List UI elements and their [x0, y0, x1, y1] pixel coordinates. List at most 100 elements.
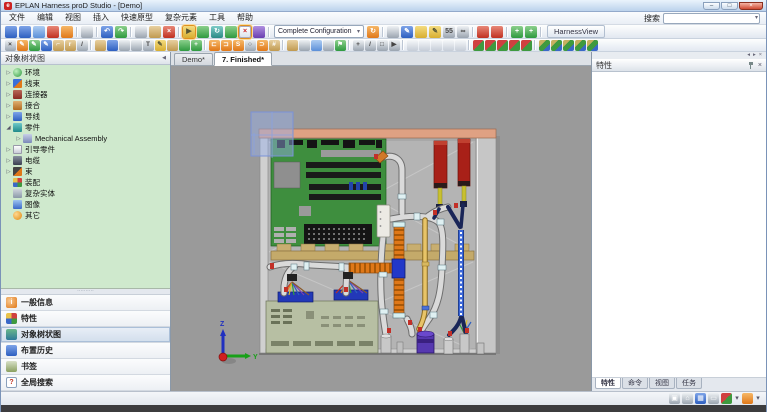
corner-icon[interactable]: ⌐ [53, 40, 64, 51]
menu-insert[interactable]: 插入 [87, 12, 115, 24]
add-rect-icon[interactable]: □ [377, 40, 388, 51]
redo-icon[interactable]: ↷ [115, 26, 127, 38]
refresh-icon[interactable]: ↻ [367, 26, 379, 38]
tab-finished[interactable]: 7. Finished* [214, 52, 272, 66]
trim-icon[interactable]: × [5, 40, 16, 51]
add-node-icon[interactable]: + [353, 40, 364, 51]
fillet-icon[interactable]: r [65, 40, 76, 51]
minimize-button[interactable]: – [703, 2, 720, 10]
viewport-layout-icon[interactable]: ▭ [708, 393, 719, 404]
menu-view[interactable]: 视图 [59, 12, 87, 24]
grommet-icon[interactable]: ○ [245, 40, 256, 51]
harnessview-button[interactable]: HarnessView [547, 25, 605, 38]
library-search-icon[interactable] [299, 40, 310, 51]
segment-icon[interactable]: / [77, 40, 88, 51]
feather-icon[interactable] [311, 40, 322, 51]
trash-icon[interactable] [131, 40, 142, 51]
duplicate-icon[interactable] [167, 40, 178, 51]
pick-icon[interactable]: ▶ [389, 40, 400, 51]
save-all-icon[interactable] [33, 26, 45, 38]
view-cube-icon[interactable]: ▦ [695, 393, 706, 404]
background-style-caret-icon[interactable]: ▾ [755, 393, 761, 404]
expand-icon[interactable]: ▷ [15, 136, 22, 142]
zoom-fit-icon[interactable]: ⌂ [682, 393, 693, 404]
copy-icon[interactable] [135, 26, 147, 38]
expand-icon[interactable]: ▷ [5, 158, 12, 164]
zoom-region-icon[interactable]: ▣ [669, 393, 680, 404]
menu-help[interactable]: 帮助 [231, 12, 259, 24]
tree-item-other[interactable]: 其它 [1, 210, 170, 221]
import-icon[interactable] [47, 26, 59, 38]
tree-item-images[interactable]: 图像 [1, 199, 170, 210]
flag-icon[interactable]: ⚑ [335, 40, 346, 51]
library-icon[interactable] [287, 40, 298, 51]
add-connector-icon[interactable]: + [511, 26, 523, 38]
group-icon[interactable] [179, 40, 190, 51]
tree-item-cables[interactable]: ▷ 电缆 [1, 155, 170, 166]
display-mode-icon[interactable] [721, 393, 732, 404]
tree-item-bundles[interactable]: ▷ 束 [1, 166, 170, 177]
knife-icon[interactable] [323, 40, 334, 51]
check-harness-icon[interactable] [491, 26, 503, 38]
tree-item-parts[interactable]: ◢ 零件 [1, 122, 170, 133]
view-side-icon[interactable] [575, 40, 586, 51]
pencil-icon[interactable]: ✎ [429, 26, 441, 38]
add-segment-icon[interactable]: / [365, 40, 376, 51]
tube-start-icon[interactable]: ⊏ [209, 40, 220, 51]
tree-item-connectors[interactable]: ▷ 连接器 [1, 89, 170, 100]
collapse-panel-icon[interactable]: ◀ [162, 56, 166, 61]
save-icon[interactable] [19, 26, 31, 38]
update-part-icon[interactable] [107, 40, 118, 51]
delete-icon[interactable]: × [163, 26, 175, 38]
tab-properties[interactable]: 特性 [595, 378, 621, 389]
print-icon[interactable] [81, 26, 93, 38]
panel-button-bookmarks[interactable]: 书签 [1, 359, 170, 375]
check-route-icon[interactable] [477, 26, 489, 38]
paste-icon[interactable] [149, 26, 161, 38]
view-top-icon[interactable] [551, 40, 562, 51]
tree-item-guiding-parts[interactable]: ▷ 引导零件 [1, 144, 170, 155]
tree-item-harness[interactable]: ▷ 线束 [1, 78, 170, 89]
configuration-dropdown[interactable]: Complete Configuration ▾ [274, 25, 364, 38]
expand-icon[interactable]: ▷ [5, 70, 12, 76]
view-iso-icon[interactable] [539, 40, 550, 51]
table-bundles-icon[interactable] [521, 40, 532, 51]
draw-spline-icon[interactable]: ✎ [41, 40, 52, 51]
report-bom-icon[interactable] [431, 40, 442, 51]
export-icon[interactable] [61, 26, 73, 38]
measure-icon[interactable] [225, 26, 237, 38]
pin-icon[interactable] [748, 62, 754, 69]
panel-nav-left-icon[interactable]: ◂ [747, 53, 750, 59]
sleeve-icon[interactable]: ⊃ [257, 40, 268, 51]
table-cables-icon[interactable] [485, 40, 496, 51]
length-icon[interactable]: 55 [443, 26, 455, 38]
tree-item-complex-entities[interactable]: 复杂实体 [1, 188, 170, 199]
report-cutlist-icon[interactable] [443, 40, 454, 51]
edit-icon[interactable]: ✎ [155, 40, 166, 51]
checkout-icon[interactable] [5, 26, 17, 38]
panel-button-object-tree[interactable]: 对象树状图 [1, 327, 170, 343]
viewport-3d[interactable]: Z Y [171, 66, 591, 391]
view-front-icon[interactable] [563, 40, 574, 51]
clipping-icon[interactable] [253, 26, 265, 38]
report-drawing-icon[interactable] [419, 40, 430, 51]
table-parts-icon[interactable] [509, 40, 520, 51]
tab-views[interactable]: 视图 [649, 378, 675, 389]
panel-button-properties[interactable]: 特性 [1, 311, 170, 327]
add-wire-icon[interactable]: + [525, 26, 537, 38]
swap-part-icon[interactable] [119, 40, 130, 51]
tree-item-splices[interactable]: ▷ 接合 [1, 100, 170, 111]
menu-rapid-prototyping[interactable]: 快速原型 [115, 12, 159, 24]
tree-item-wires[interactable]: ▷ 导线 [1, 111, 170, 122]
panel-button-general-info[interactable]: i 一般信息 [1, 295, 170, 311]
expand-icon[interactable]: ▷ [5, 169, 12, 175]
table-connectors-icon[interactable] [497, 40, 508, 51]
undo-icon[interactable]: ↶ [101, 26, 113, 38]
report-export-icon[interactable] [455, 40, 466, 51]
tee-split-icon[interactable]: T [143, 40, 154, 51]
expand-icon[interactable]: ▷ [5, 92, 12, 98]
add-group-icon[interactable]: + [191, 40, 202, 51]
expand-icon[interactable]: ▷ [5, 103, 12, 109]
maximize-button[interactable]: □ [721, 2, 738, 10]
draw-arc-icon[interactable]: ✎ [29, 40, 40, 51]
